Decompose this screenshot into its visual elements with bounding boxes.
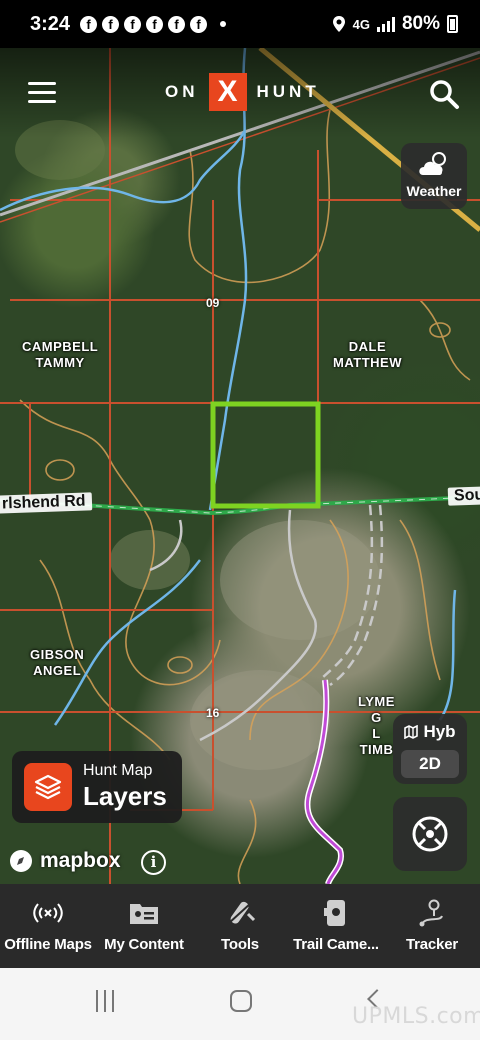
weather-button[interactable]: Weather bbox=[401, 143, 467, 209]
basemap-label: Hyb bbox=[423, 722, 456, 741]
recent-apps-button[interactable] bbox=[96, 990, 118, 1012]
status-time: 3:24 bbox=[30, 12, 71, 35]
network-type: 4G bbox=[352, 16, 370, 32]
nav-trail-cameras[interactable]: Trail Came... bbox=[288, 884, 384, 968]
system-nav-bar: UPMLS.com bbox=[0, 968, 480, 1040]
facebook-icon: f bbox=[168, 15, 186, 33]
layers-button[interactable]: Hunt Map Layers bbox=[12, 751, 182, 823]
signal-icon bbox=[376, 16, 395, 32]
battery-percent: 80% bbox=[401, 13, 440, 34]
section-number: 09 bbox=[206, 296, 220, 310]
nav-label: Tracker bbox=[406, 936, 458, 953]
compass-icon bbox=[412, 816, 448, 852]
watermark: UPMLS.com bbox=[352, 1004, 480, 1029]
brand-mark: X bbox=[208, 73, 247, 111]
nav-tracker[interactable]: Tracker bbox=[384, 884, 480, 968]
locate-button[interactable] bbox=[393, 797, 467, 871]
bottom-nav: Offline Maps My Content Tools Trail Came… bbox=[0, 884, 480, 968]
info-icon[interactable]: i bbox=[141, 850, 166, 875]
mapbox-attribution[interactable]: mapbox bbox=[8, 848, 121, 874]
offline-icon bbox=[33, 903, 63, 923]
nav-tools[interactable]: Tools bbox=[192, 884, 288, 968]
owner-label: GIBSON ANGEL bbox=[30, 647, 85, 678]
trail-camera-icon bbox=[324, 900, 345, 926]
nav-label: Offline Maps bbox=[4, 936, 92, 953]
search-button[interactable] bbox=[428, 78, 460, 110]
facebook-icon: f bbox=[190, 15, 208, 33]
hamburger-icon bbox=[28, 82, 56, 85]
facebook-icon: f bbox=[80, 15, 98, 33]
menu-button[interactable] bbox=[28, 82, 56, 103]
location-icon bbox=[332, 16, 345, 32]
brand-text-left: ON bbox=[165, 82, 199, 101]
facebook-icon: f bbox=[124, 15, 142, 33]
section-number: 16 bbox=[206, 706, 220, 720]
nav-label: Tools bbox=[221, 936, 259, 953]
tools-icon bbox=[228, 901, 256, 924]
weather-label: Weather bbox=[406, 183, 462, 199]
home-button[interactable] bbox=[230, 990, 252, 1012]
search-icon bbox=[430, 80, 459, 109]
layers-subtitle: Hunt Map bbox=[83, 762, 153, 779]
owner-label: DALE MATTHEW bbox=[333, 339, 402, 370]
facebook-icon: f bbox=[146, 15, 164, 33]
road-label: Sou bbox=[447, 486, 480, 506]
onx-hunt-logo: ON X HUNT bbox=[165, 73, 320, 111]
brand-text-right: HUNT bbox=[256, 82, 320, 101]
status-bar: 3:24 f f f f f f 4G 80% bbox=[0, 0, 480, 48]
notification-icons: f f f f f f bbox=[80, 15, 227, 33]
nav-label: My Content bbox=[104, 936, 184, 953]
nav-my-content[interactable]: My Content bbox=[96, 884, 192, 968]
basemap-toggle[interactable]: Hyb bbox=[393, 714, 467, 750]
map-mode-toggle[interactable]: Hyb 2D bbox=[393, 714, 467, 784]
facebook-icon: f bbox=[102, 15, 120, 33]
status-right: 4G 80% bbox=[332, 13, 458, 35]
owner-label-partial: LYME G L TIMB bbox=[358, 694, 395, 757]
dimension-toggle[interactable]: 2D bbox=[401, 750, 459, 778]
road-label: rlshend Rd bbox=[0, 492, 92, 514]
nav-offline-maps[interactable]: Offline Maps bbox=[0, 884, 96, 968]
layers-icon bbox=[24, 763, 72, 811]
nav-label: Trail Came... bbox=[293, 936, 379, 953]
mapbox-logo-icon bbox=[10, 850, 32, 872]
map-icon bbox=[404, 725, 419, 739]
mapbox-text: mapbox bbox=[40, 849, 121, 872]
owner-label: CAMPBELL TAMMY bbox=[22, 339, 99, 370]
layers-title: Layers bbox=[83, 781, 167, 811]
weather-cloud-icon bbox=[419, 152, 446, 175]
tracker-icon bbox=[419, 899, 443, 927]
more-notifications-icon bbox=[220, 21, 227, 27]
folder-icon bbox=[130, 904, 158, 924]
battery-icon bbox=[447, 15, 458, 33]
